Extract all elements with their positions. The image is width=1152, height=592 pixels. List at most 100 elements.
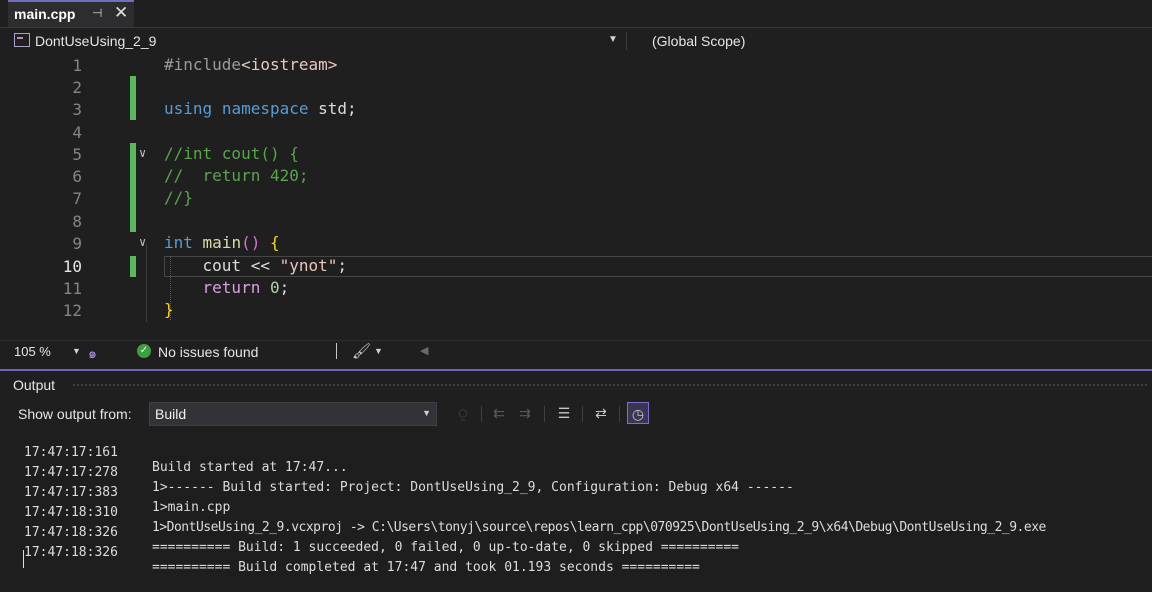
next-message-icon[interactable]: ⇉ <box>514 402 536 424</box>
output-line: 17:47:18:326 ========== Build: 1 succeed… <box>0 510 739 555</box>
line-number: 5 <box>72 145 82 164</box>
line-number: 4 <box>72 123 82 142</box>
project-dropdown[interactable]: DontUseUsing_2_9 ▼ <box>10 30 624 52</box>
output-line: 17:47:17:278 1>------ Build started: Pro… <box>0 450 794 495</box>
output-message: ========== Build completed at 17:47 and … <box>152 560 700 575</box>
navigation-bar: DontUseUsing_2_9 ▼ (Global Scope) <box>0 28 1152 54</box>
identifier: std; <box>308 99 357 118</box>
line-number: 8 <box>72 212 82 231</box>
code-line: 10 cout << "ynot"; <box>0 255 1152 277</box>
output-message: 1>------ Build started: Project: DontUse… <box>152 480 794 495</box>
divider <box>582 406 583 422</box>
brace: { <box>269 233 280 252</box>
code-line: 12 } <box>0 299 1152 321</box>
line-number: 10 <box>62 257 82 276</box>
brace: } <box>164 300 174 319</box>
chevron-down-icon: ▼ <box>608 34 618 45</box>
tab-main-cpp[interactable]: main.cpp ⊣ ✕ <box>8 0 134 27</box>
code-editor[interactable]: 1 #include<iostream> 2 3 using namespace… <box>0 54 1152 340</box>
code-text: #include<iostream> <box>164 55 337 74</box>
scope-dropdown[interactable]: (Global Scope) <box>640 30 1140 52</box>
scope-dropdown-label: (Global Scope) <box>652 33 746 49</box>
divider <box>626 32 627 50</box>
line-number: 11 <box>62 279 82 298</box>
word-wrap-icon[interactable]: ⇄ <box>590 402 612 424</box>
keyword: using <box>164 99 213 118</box>
text-caret <box>23 550 24 568</box>
output-message: Build started at 17:47... <box>152 460 348 475</box>
code-line: 1 #include<iostream> <box>0 54 1152 76</box>
code-text: cout << "ynot"; <box>164 256 348 275</box>
divider <box>544 406 545 422</box>
code-line: 9 ∨ int main() { <box>0 232 1152 254</box>
issues-status[interactable]: No issues found <box>158 344 258 360</box>
semicolon: ; <box>279 278 290 297</box>
code-text: return 0; <box>164 278 290 297</box>
keyword: return <box>202 278 261 297</box>
code-cleanup-icon[interactable]: 🖌 <box>352 342 371 360</box>
paren: () <box>241 233 261 252</box>
code-text: using namespace std; <box>164 99 357 118</box>
code-line: 2 <box>0 76 1152 98</box>
line-number: 7 <box>72 189 82 208</box>
chevron-down-icon[interactable]: ▼ <box>72 346 81 356</box>
code-line: 7 //} <box>0 187 1152 209</box>
keyword: int <box>164 233 193 252</box>
fold-chevron-icon[interactable]: ∨ <box>139 235 146 249</box>
line-number: 9 <box>72 234 82 253</box>
fold-chevron-icon[interactable]: ∨ <box>139 146 146 160</box>
code-line: 3 using namespace std; <box>0 98 1152 120</box>
show-output-label: Show output from: <box>18 406 132 422</box>
output-message: 1>DontUseUsing_2_9.vcxproj -> C:\Users\t… <box>152 520 1046 535</box>
output-timestamp: 17:47:18:326 <box>24 525 118 540</box>
output-timestamp: 17:47:18:326 <box>24 545 118 560</box>
copilot-icon[interactable]: ๑ <box>88 343 97 365</box>
divider <box>619 406 620 422</box>
keyword: namespace <box>221 99 309 118</box>
line-number: 12 <box>62 301 82 320</box>
editor-status-bar: 105 % ▼ ๑ ✓ No issues found 🖌 ▼ ◀ <box>0 340 1152 363</box>
pin-icon[interactable]: ⊣ <box>92 6 102 20</box>
output-text-area[interactable]: 17:47:17:161 Build started at 17:47... 1… <box>0 430 1152 592</box>
preprocessor-token: #include <box>164 55 242 74</box>
number-literal: 0 <box>269 278 280 297</box>
zoom-level[interactable]: 105 % <box>14 344 51 359</box>
drag-grip[interactable] <box>72 383 1147 388</box>
pane-splitter[interactable] <box>0 369 1152 371</box>
code-text: int main() { <box>164 233 280 252</box>
function-name: main <box>202 233 242 252</box>
operator: << <box>241 256 280 275</box>
output-line: 17:47:18:310 1>DontUseUsing_2_9.vcxproj … <box>0 490 1046 535</box>
code-line: 4 <box>0 121 1152 143</box>
tab-label: main.cpp <box>14 6 76 22</box>
comment: //} <box>164 188 193 207</box>
line-number: 3 <box>72 100 82 119</box>
output-message: 1>main.cpp <box>152 500 231 515</box>
output-source-value: Build <box>155 406 187 422</box>
output-timestamp: 17:47:17:383 <box>24 485 118 500</box>
line-number: 2 <box>72 78 82 97</box>
string-literal: "ynot" <box>279 256 338 275</box>
find-message-icon[interactable]: ⍜ <box>452 402 474 424</box>
previous-message-icon[interactable]: ⇇ <box>488 402 510 424</box>
close-icon[interactable]: ✕ <box>114 3 128 23</box>
scroll-left-arrow[interactable]: ◀ <box>420 344 428 357</box>
code-line: 8 <box>0 210 1152 232</box>
chevron-down-icon: ▼ <box>422 408 431 418</box>
output-line: 17:47:17:161 Build started at 17:47... <box>0 430 348 475</box>
project-icon <box>14 33 30 47</box>
semicolon: ; <box>337 256 348 275</box>
divider <box>336 343 337 359</box>
timestamp-toggle-icon[interactable]: ◷ <box>627 402 649 424</box>
output-line: 17:47:17:383 1>main.cpp <box>0 470 230 515</box>
comment: //int cout() { <box>164 144 299 163</box>
output-pane-header: Output <box>0 373 1152 397</box>
code-line: 5 ∨ //int cout() { <box>0 143 1152 165</box>
comment: // return 420; <box>164 166 309 185</box>
output-timestamp: 17:47:17:161 <box>24 445 118 460</box>
output-source-select[interactable]: Build ▼ <box>149 402 437 426</box>
output-toolbar: Show output from: Build ▼ ⍜ ⇇ ⇉ ☰ ⇄ ◷ <box>0 400 1152 428</box>
output-message: ========== Build: 1 succeeded, 0 failed,… <box>152 540 739 555</box>
clear-all-icon[interactable]: ☰ <box>553 402 575 424</box>
chevron-down-icon[interactable]: ▼ <box>374 346 383 356</box>
